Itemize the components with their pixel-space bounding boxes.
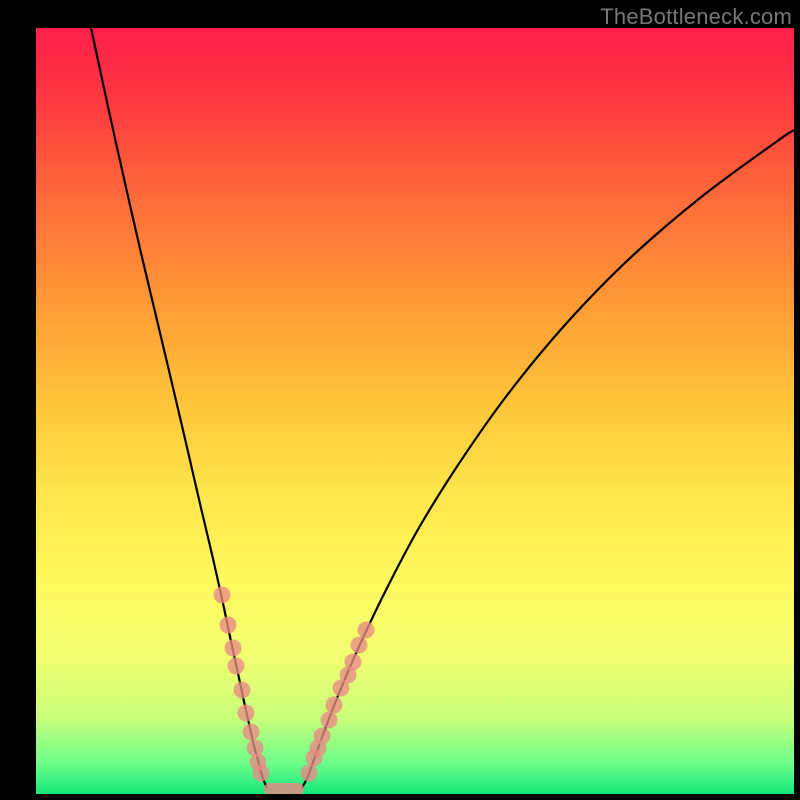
data-dot	[228, 658, 245, 675]
data-dot	[301, 765, 318, 782]
bottom-bar	[264, 783, 304, 794]
data-dot	[351, 637, 368, 654]
data-dot	[326, 697, 343, 714]
data-dot	[321, 712, 338, 729]
data-dot	[247, 740, 264, 757]
data-dot	[253, 765, 270, 782]
data-dot	[234, 682, 251, 699]
chart-svg	[36, 28, 794, 794]
right-curve	[302, 130, 794, 788]
watermark-text: TheBottleneck.com	[600, 4, 792, 30]
dots-right	[301, 622, 375, 782]
dots-left	[214, 587, 270, 782]
data-dot	[225, 640, 242, 657]
plot-area	[36, 28, 794, 794]
data-dot	[358, 622, 375, 639]
chart-frame: TheBottleneck.com	[0, 0, 800, 800]
data-dot	[243, 724, 260, 741]
data-dot	[214, 587, 231, 604]
left-curve	[91, 28, 267, 788]
data-dot	[306, 750, 323, 767]
data-dot	[220, 617, 237, 634]
data-dot	[238, 705, 255, 722]
data-dot	[340, 667, 357, 684]
